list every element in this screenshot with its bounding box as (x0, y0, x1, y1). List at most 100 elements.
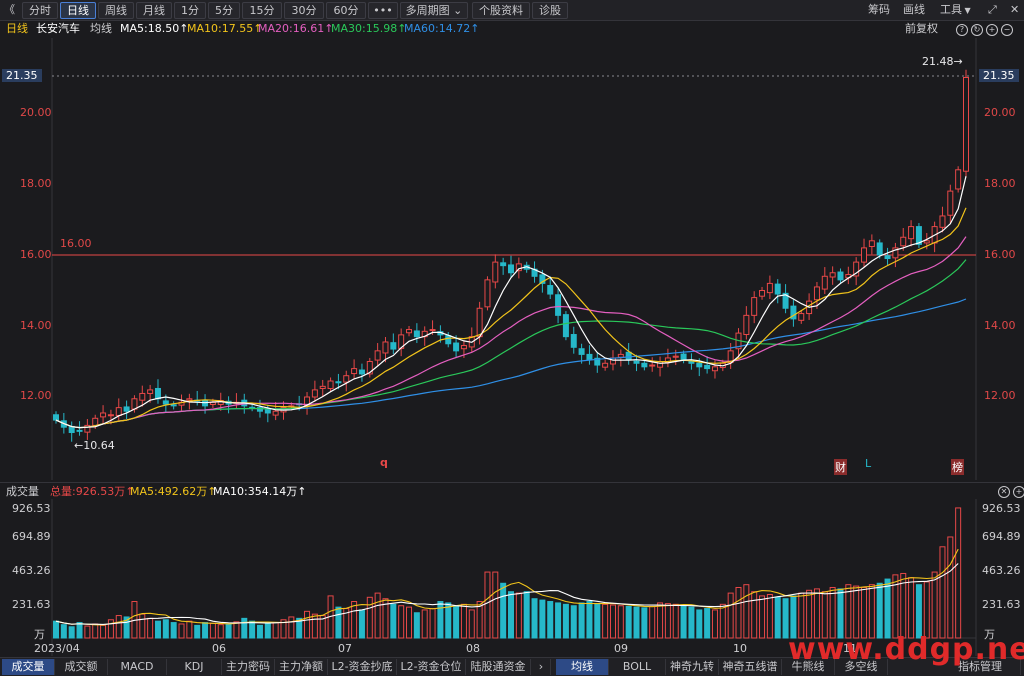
volume-bar (955, 507, 962, 639)
volume-bar (586, 601, 593, 639)
volume-bar (908, 577, 915, 639)
close-icon[interactable]: ✕ (1010, 2, 1019, 17)
volume-bar (939, 546, 946, 639)
tab-turnover[interactable]: 成交额 (55, 659, 108, 675)
volume-bar (664, 603, 671, 639)
tab-ma[interactable]: 均线 (556, 659, 609, 675)
period-tab-monthly[interactable]: 月线 (136, 2, 172, 19)
tab-l2-bottom[interactable]: L2-资金抄底 (328, 659, 397, 675)
volume-bar (84, 625, 91, 639)
period-tab-daily[interactable]: 日线 (60, 2, 96, 19)
volume-add-icon[interactable]: + (1013, 486, 1024, 498)
volume-bar (759, 595, 766, 639)
watermark-text: www.ddgp.net (788, 632, 1024, 667)
draw-button[interactable]: 画线 (903, 2, 925, 17)
tools-button[interactable]: 工具 ▼ (940, 2, 971, 17)
candle-body (947, 190, 954, 216)
volume-bar (460, 603, 467, 639)
settings-icon[interactable]: ↻ (971, 24, 983, 36)
volume-bar (178, 623, 185, 639)
adjust-label[interactable]: 前复权 (905, 20, 938, 38)
candle-body (798, 313, 805, 321)
diagnose-button[interactable]: 诊股 (532, 2, 568, 19)
volume-bar (115, 615, 122, 639)
help-icon[interactable]: ? (956, 24, 968, 36)
candle-body (154, 387, 161, 400)
event-marker-rank[interactable]: 榜 (951, 459, 964, 475)
volume-bar (398, 605, 405, 639)
volume-bar (531, 598, 538, 639)
more-button[interactable]: ••• (368, 2, 398, 19)
price-axis-left-14: 14.00 (20, 319, 52, 332)
stock-name: 长安汽车 (36, 22, 80, 35)
fullscreen-icon[interactable]: ⤢ (988, 2, 997, 17)
candle-body (562, 314, 569, 338)
tab-macd[interactable]: MACD (108, 659, 167, 675)
tab-main-code[interactable]: 主力密码 (222, 659, 275, 675)
ma5-line (55, 176, 967, 429)
tab-magic-five[interactable]: 神奇五线谱 (719, 659, 782, 675)
volume-close-icon[interactable]: ✕ (998, 486, 1010, 498)
period-tab-1min[interactable]: 1分 (174, 2, 206, 19)
candle-body (923, 240, 930, 244)
period-tab-weekly[interactable]: 周线 (98, 2, 134, 19)
ma60-value: MA60:14.72↑ (404, 22, 480, 35)
tab-northbound[interactable]: 陆股通资金 (466, 659, 531, 675)
volume-bar (609, 604, 616, 639)
period-tab-fenshi[interactable]: 分时 (22, 2, 58, 19)
avg-label: 均线 (90, 22, 112, 35)
volume-bar (829, 586, 836, 639)
candle-body (704, 364, 711, 370)
candlestick-chart[interactable] (0, 38, 1024, 482)
volume-bar (602, 603, 609, 639)
tab-kdj[interactable]: KDJ (167, 659, 222, 675)
volume-bar (170, 622, 177, 639)
candle-body (413, 330, 420, 338)
ma20-value: MA20:16.61↑ (258, 22, 334, 35)
event-marker-report[interactable]: 财 (834, 459, 847, 475)
zoom-out-icon[interactable]: − (1001, 24, 1013, 36)
tab-main-net[interactable]: 主力净额 (275, 659, 328, 675)
vol-axis-left-4: 231.63 (12, 598, 51, 611)
candle-body (547, 285, 554, 295)
tabs-scroll-right-icon[interactable]: › (532, 659, 551, 675)
back-button[interactable]: 《 (4, 2, 15, 17)
stock-profile-button[interactable]: 个股资料 (472, 2, 530, 19)
volume-bar (915, 584, 922, 639)
volume-bar (876, 582, 883, 639)
candle-body (625, 351, 632, 361)
price-axis-left-16: 16.00 (20, 248, 52, 261)
volume-bar (256, 624, 263, 639)
chips-button[interactable]: 筹码 (868, 2, 890, 17)
period-tab-30min[interactable]: 30分 (284, 2, 324, 19)
candle-body (555, 294, 562, 316)
tab-magic-nine[interactable]: 神奇九转 (666, 659, 719, 675)
high-price-label: 21.48→ (922, 55, 963, 68)
volume-bar (107, 619, 114, 639)
candle-body (343, 375, 350, 383)
volume-bar (225, 623, 232, 639)
zoom-in-icon[interactable]: + (986, 24, 998, 36)
volume-bar (727, 592, 734, 639)
volume-ma5: MA5:492.62万↑ (130, 485, 217, 498)
period-tab-60min[interactable]: 60分 (326, 2, 366, 19)
volume-bar (884, 578, 891, 639)
candle-body (115, 407, 122, 416)
vol-axis-left-max: 926.53 (12, 502, 51, 515)
tab-boll[interactable]: BOLL (609, 659, 666, 675)
tab-volume[interactable]: 成交量 (2, 659, 55, 675)
period-tab-15min[interactable]: 15分 (242, 2, 282, 19)
top-toolbar: 《 分时 日线 周线 月线 1分 5分 15分 30分 60分 ••• 多周期图… (0, 0, 1024, 21)
period-tab-5min[interactable]: 5分 (208, 2, 240, 19)
tab-l2-position[interactable]: L2-资金仓位 (397, 659, 466, 675)
low-price-label: ←10.64 (74, 439, 115, 452)
vol-axis-right-2: 694.89 (982, 530, 1021, 543)
event-marker-q[interactable]: q (380, 456, 388, 469)
candle-body (829, 272, 836, 278)
period-label: 日线 (6, 22, 28, 35)
multi-period-dropdown[interactable]: 多周期图 ⌄ (400, 2, 468, 19)
event-marker-l[interactable]: L (865, 457, 871, 470)
volume-bar (578, 602, 585, 639)
candle-body (429, 329, 436, 332)
volume-bar (304, 610, 311, 639)
